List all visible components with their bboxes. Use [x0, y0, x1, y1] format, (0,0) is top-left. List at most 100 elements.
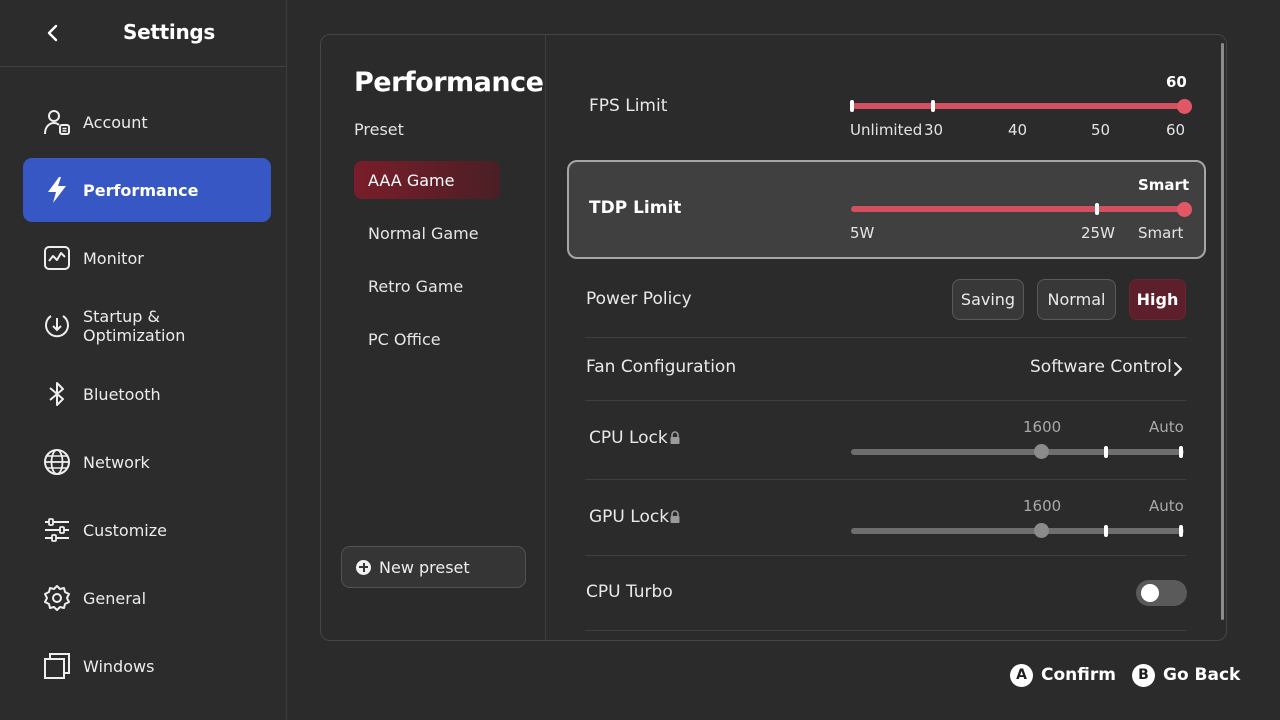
sliders-icon [42, 515, 72, 545]
sidebar-item-label: Network [83, 452, 150, 472]
row-divider [585, 479, 1186, 480]
fps-tick-30 [931, 100, 935, 112]
power-policy-saving-button[interactable]: Saving [952, 279, 1024, 320]
power-policy-normal-button[interactable]: Normal [1037, 279, 1116, 320]
sidebar-item-label: Startup & [83, 307, 160, 326]
tdp-tick-25w [1095, 203, 1099, 215]
windows-icon [42, 651, 72, 681]
account-icon [42, 107, 72, 137]
sidebar-item-label: Windows [83, 656, 155, 676]
back-button[interactable] [40, 20, 66, 46]
tdp-slider-track [851, 206, 1183, 212]
fan-configuration-value: Software Control [1030, 357, 1172, 377]
cpu-lock-value: 1600 [1023, 418, 1062, 436]
b-button-icon: B [1132, 663, 1155, 687]
tdp-tick-label: 5W [850, 224, 875, 242]
go-back-label: Go Back [1163, 665, 1241, 685]
sidebar-header: Settings [0, 0, 286, 67]
gpu-slider-track [851, 528, 1184, 534]
tdp-limit-label: TDP Limit [589, 198, 682, 218]
row-divider [585, 630, 1186, 631]
sidebar-item-label: Customize [83, 520, 167, 540]
preset-heading: Preset [354, 120, 404, 139]
sidebar-item-general[interactable]: General [23, 566, 271, 630]
cpu-slider-track [851, 449, 1184, 455]
cpu-tick [1104, 446, 1108, 458]
cpu-slider-knob [1034, 444, 1049, 459]
lock-icon [670, 510, 680, 523]
sidebar-item-startup[interactable]: Startup & Optimization [23, 294, 271, 358]
gpu-lock-label: GPU Lock [589, 507, 670, 527]
cpu-tick [1179, 446, 1183, 458]
lock-icon [670, 431, 680, 444]
monitor-chart-icon [42, 243, 72, 273]
preset-item-pc-office[interactable]: PC Office [354, 320, 500, 358]
sidebar-item-label: Account [83, 112, 148, 132]
fps-slider-knob[interactable] [1177, 99, 1192, 114]
tdp-limit-value: Smart [1138, 176, 1190, 194]
globe-icon [42, 447, 72, 477]
scrollbar[interactable] [1221, 43, 1224, 620]
preset-item-normal-game[interactable]: Normal Game [354, 214, 500, 252]
gpu-slider-knob [1034, 523, 1049, 538]
sidebar: Settings Account Performance Monitor Sta… [0, 0, 287, 720]
sidebar-item-label: Monitor [83, 248, 144, 268]
fps-tick-label: 40 [1008, 121, 1028, 139]
preset-item-aaa-game[interactable]: AAA Game [354, 161, 500, 199]
gpu-tick [1104, 525, 1108, 537]
page-title: Performance [354, 67, 544, 98]
gpu-tick [1179, 525, 1183, 537]
sidebar-item-monitor[interactable]: Monitor [23, 226, 271, 290]
sidebar-item-account[interactable]: Account [23, 90, 271, 154]
sidebar-item-bluetooth[interactable]: Bluetooth [23, 362, 271, 426]
gpu-lock-max: Auto [1149, 497, 1184, 515]
row-divider [585, 400, 1186, 401]
bluetooth-icon [42, 379, 72, 409]
cpu-turbo-label: CPU Turbo [586, 582, 673, 602]
fan-configuration-label: Fan Configuration [586, 357, 737, 377]
fps-tick-label: 60 [1166, 121, 1186, 139]
fps-tick-label: 50 [1091, 121, 1111, 139]
toggle-knob [1141, 584, 1159, 602]
row-divider [585, 555, 1186, 556]
a-button-icon: A [1010, 663, 1033, 687]
go-back-button[interactable]: B Go Back [1132, 662, 1240, 688]
fps-slider-track [852, 103, 1184, 109]
sidebar-item-windows[interactable]: Windows [23, 634, 271, 698]
performance-panel: Performance Preset AAA Game Normal Game … [320, 34, 1227, 641]
fps-limit-label: FPS Limit [589, 96, 668, 116]
row-divider [585, 337, 1186, 338]
fps-tick-label: 30 [924, 121, 944, 139]
fps-limit-value: 60 [1166, 73, 1187, 91]
lightning-icon [42, 175, 72, 205]
tdp-tick-label: 25W [1081, 224, 1115, 242]
power-policy-label: Power Policy [586, 289, 692, 309]
tdp-tick-label: Smart [1138, 224, 1184, 242]
sidebar-item-label-line2: Optimization [83, 326, 186, 345]
sidebar-item-network[interactable]: Network [23, 430, 271, 494]
fps-tick-label: Unlimited [850, 121, 923, 139]
sidebar-item-performance[interactable]: Performance [23, 158, 271, 222]
fps-tick-unlimited [850, 100, 854, 112]
cpu-lock-label: CPU Lock [589, 428, 668, 448]
gpu-lock-value: 1600 [1023, 497, 1062, 515]
confirm-button[interactable]: A Confirm [1010, 662, 1116, 688]
gear-icon [42, 583, 72, 613]
chevron-left-icon [47, 24, 58, 42]
tdp-slider-knob[interactable] [1177, 202, 1192, 217]
new-preset-button[interactable]: New preset [341, 546, 526, 588]
new-preset-label: New preset [379, 557, 470, 577]
preset-item-retro-game[interactable]: Retro Game [354, 267, 500, 305]
sidebar-title: Settings [123, 20, 216, 44]
sidebar-item-customize[interactable]: Customize [23, 498, 271, 562]
cpu-lock-max: Auto [1149, 418, 1184, 436]
sidebar-item-label: Bluetooth [83, 384, 161, 404]
power-policy-high-button[interactable]: High [1129, 279, 1186, 320]
cpu-turbo-toggle[interactable] [1136, 580, 1187, 606]
plus-circle-icon [356, 559, 371, 575]
sidebar-item-label: Performance [83, 180, 199, 200]
panel-divider [545, 35, 546, 640]
sidebar-item-label: General [83, 588, 147, 608]
confirm-label: Confirm [1041, 665, 1116, 685]
startup-icon [42, 311, 72, 341]
